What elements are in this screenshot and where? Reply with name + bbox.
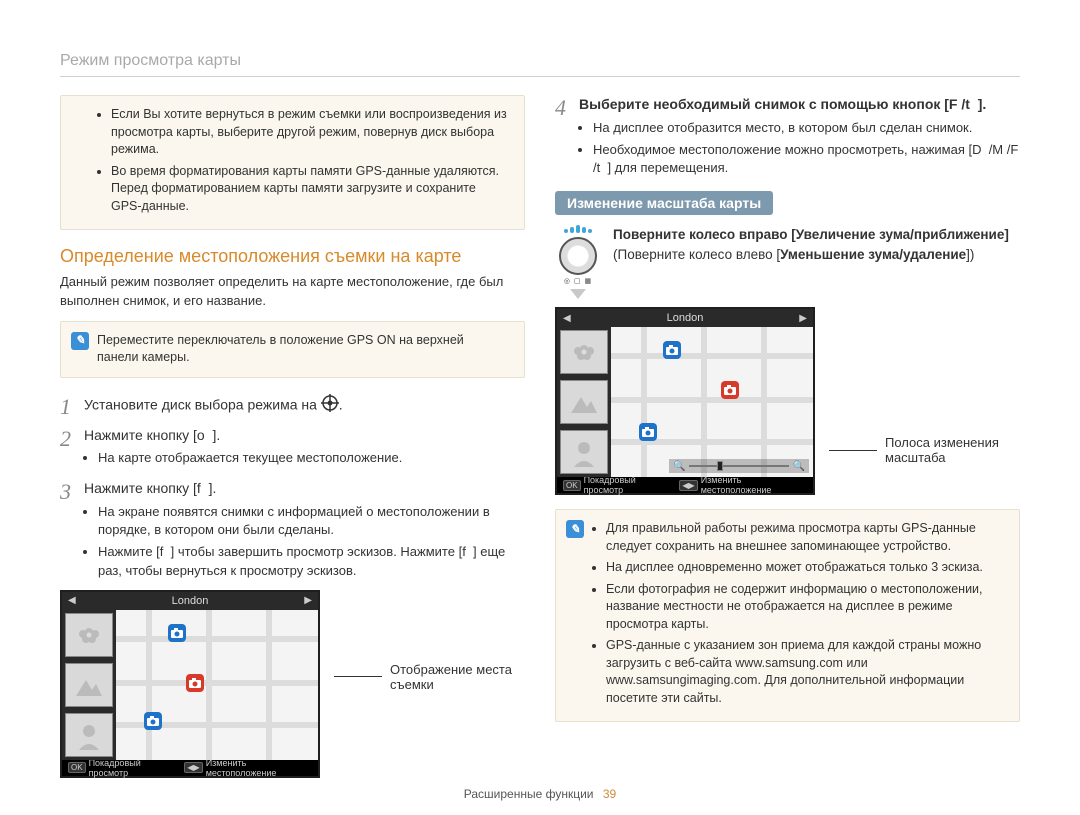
zoom-out-icon: 🔍 <box>673 461 685 472</box>
info-item: GPS-данные с указанием зон приема для ка… <box>606 637 1003 707</box>
step-number: 3 <box>60 479 84 503</box>
page-title: Режим просмотра карты <box>60 52 1020 77</box>
callout-leader-line <box>829 450 877 451</box>
step-number: 1 <box>60 394 84 418</box>
subheading-zoom: Изменение масштаба карты <box>555 191 773 215</box>
nav-icon: ◀▶ <box>184 762 202 773</box>
zoom-wheel-icon <box>559 237 597 275</box>
step-3-bullet: На экране появятся снимки с информацией … <box>98 503 525 539</box>
step-4-text: Выберите необходимый снимок с помощью кн… <box>579 96 986 112</box>
info-box-gps-on: ✎ Переместите переключатель в положение … <box>60 321 525 378</box>
prev-location-icon: ◀ <box>563 313 571 324</box>
camera-screen-preview-right: ◀ London ▶ <box>555 307 815 495</box>
step-4: 4 Выберите необходимый снимок с помощью … <box>555 95 1020 181</box>
zoom-left-bold: Уменьшение зума/удаление <box>780 247 966 262</box>
nav-icon: ◀▶ <box>679 480 697 491</box>
zoom-in-icon: 🔍 <box>793 461 805 472</box>
mountain-icon <box>74 670 104 700</box>
zoom-motion-arcs-icon <box>555 225 601 235</box>
thumbnail <box>560 380 608 424</box>
next-location-icon: ▶ <box>799 313 807 324</box>
zoom-slider-knob <box>717 461 723 471</box>
map-pane: 🔍 🔍 <box>611 327 813 477</box>
thumbnail <box>65 663 113 707</box>
warning-item: Во время форматирования карты памяти GPS… <box>111 163 508 216</box>
step-3-text: Нажмите кнопку [f ]. <box>84 480 216 496</box>
left-column: Если Вы хотите вернуться в режим съемки … <box>60 95 525 778</box>
camera-marker-blue <box>639 423 657 441</box>
step-1-text: Установите диск выбора режима на <box>84 396 321 412</box>
prev-location-icon: ◀ <box>68 595 76 606</box>
zoom-left-prefix: (Поверните колесо влево [ <box>613 247 780 262</box>
step-2-text: Нажмите кнопку [o ]. <box>84 427 220 443</box>
mountain-icon <box>569 387 599 417</box>
ok-label: OK <box>68 762 86 773</box>
portrait-icon <box>569 437 599 467</box>
zoom-scale-bar: 🔍 🔍 <box>669 459 809 473</box>
flower-icon <box>569 337 599 367</box>
camera-marker-blue <box>663 341 681 359</box>
step-number: 4 <box>555 95 579 119</box>
thumbnail <box>65 713 113 757</box>
zoom-right-label: Поверните колесо вправо [Увеличение зума… <box>613 225 1009 245</box>
thumbnail <box>65 613 113 657</box>
thumbnail <box>560 330 608 374</box>
camera-marker-blue <box>168 624 186 642</box>
step-number: 2 <box>60 426 84 450</box>
info-item: Если фотография не содержит информацию о… <box>606 581 1003 634</box>
step-2-bullet: На карте отображается текущее местополож… <box>98 449 525 467</box>
camera-marker-blue <box>144 712 162 730</box>
info-item: На дисплее одновременно может отображать… <box>606 559 1003 577</box>
info-box-gps-notes: ✎ Для правильной работы режима просмотра… <box>555 509 1020 722</box>
zoom-left-suffix: ]) <box>966 247 974 262</box>
warning-item: Если Вы хотите вернуться в режим съемки … <box>111 106 508 159</box>
screen-hint-left: Покадровый просмотр <box>89 758 177 778</box>
callout-leader-line <box>334 676 382 677</box>
step-4-bullet: На дисплее отобразится место, в котором … <box>593 119 1020 137</box>
screen-location-label: London <box>667 312 704 324</box>
screen-hint-right: Изменить местоположение <box>701 475 807 495</box>
section-heading: Определение местоположения съемки на кар… <box>60 246 525 267</box>
thumbnail-strip <box>62 610 116 760</box>
thumbnail <box>560 430 608 474</box>
ok-label: OK <box>563 480 581 491</box>
footer-page-number: 39 <box>603 787 616 801</box>
thumbnail-strip <box>557 327 611 477</box>
info-item: Для правильной работы режима просмотра к… <box>606 520 1003 555</box>
footer-section-label: Расширенные функции <box>464 787 594 801</box>
step-3-bullet: Нажмите [f ] чтобы завершить просмотр эс… <box>98 543 525 579</box>
callout-slider-label: Полоса изменения масштаба <box>885 435 1020 465</box>
down-arrow-icon <box>570 289 586 299</box>
zoom-wheel-indicators: ◎ ▢ ▦ <box>555 277 601 285</box>
screen-hint-right: Изменить местоположение <box>206 758 312 778</box>
portrait-icon <box>74 720 104 750</box>
info-icon: ✎ <box>566 520 584 538</box>
right-column: 4 Выберите необходимый снимок с помощью … <box>555 95 1020 778</box>
map-pane <box>116 610 318 760</box>
page-footer: Расширенные функции 39 <box>0 787 1080 801</box>
info-icon: ✎ <box>71 332 89 350</box>
flower-icon <box>74 620 104 650</box>
screen-hint-left: Покадровый просмотр <box>584 475 672 495</box>
zoom-instructions: Поверните колесо вправо [Увеличение зума… <box>613 225 1009 264</box>
step-4-bullet: Необходимое местоположение можно просмот… <box>593 141 1020 177</box>
zoom-wheel-illustration: ◎ ▢ ▦ <box>555 225 601 299</box>
warning-box-1: Если Вы хотите вернуться в режим съемки … <box>60 95 525 230</box>
step-1: 1 Установите диск выбора режима на . <box>60 394 525 418</box>
mode-dial-map-icon <box>321 394 339 418</box>
callout-camera-label: Отображение места съемки <box>390 662 525 692</box>
step-2: 2 Нажмите кнопку [o ]. На карте отобража… <box>60 426 525 472</box>
step-3: 3 Нажмите кнопку [f ]. На экране появятс… <box>60 479 525 583</box>
camera-marker-red-selected <box>721 381 739 399</box>
camera-screen-preview-left: ◀ London ▶ <box>60 590 320 778</box>
camera-marker-red-selected <box>186 674 204 692</box>
screen-location-label: London <box>172 595 209 607</box>
next-location-icon: ▶ <box>304 595 312 606</box>
section-intro: Данный режим позволяет определить на кар… <box>60 273 525 311</box>
info-text: Переместите переключатель в положение GP… <box>97 333 464 365</box>
